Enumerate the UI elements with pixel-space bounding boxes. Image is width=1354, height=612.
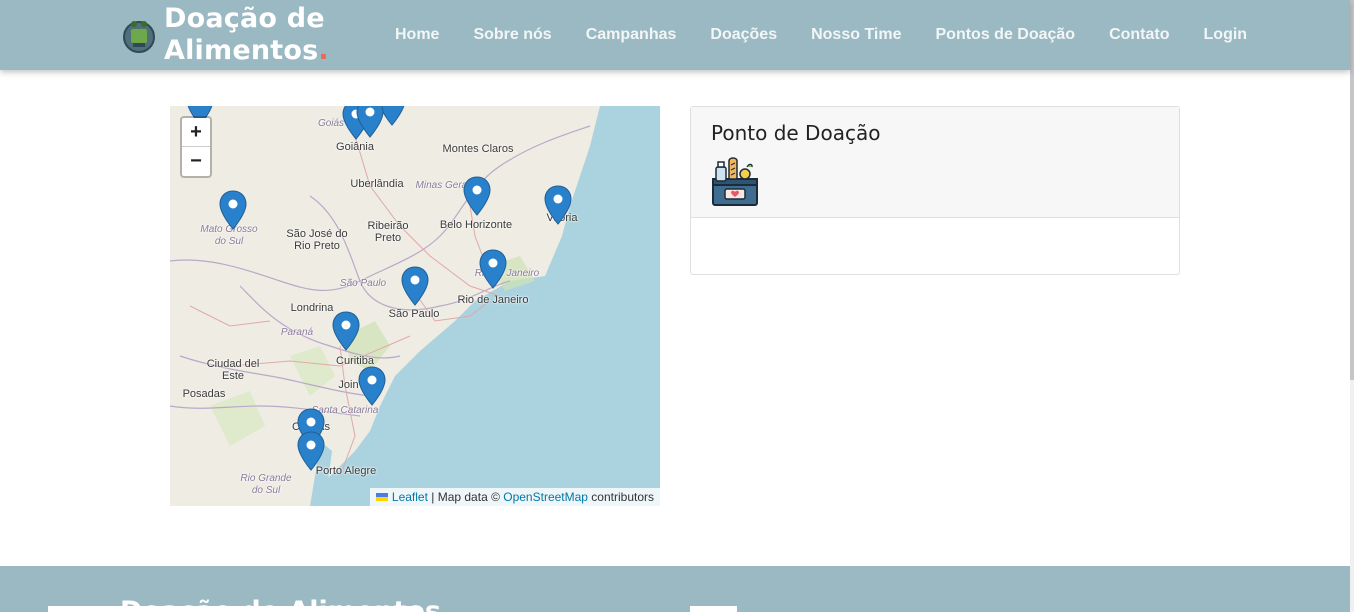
map-region-goias: Goiás: [317, 118, 345, 129]
footer-element: [690, 606, 737, 612]
brand[interactable]: Doação de Alimentos.: [122, 2, 329, 68]
map-label-sao-jose-do-rio-preto: São José do Rio Preto: [286, 228, 348, 252]
map-region-parana: Paraná: [280, 327, 314, 338]
footer-title: Doação de Alimentos: [120, 596, 441, 612]
map-label-uberlandia: Uberlândia: [350, 178, 404, 190]
nav-sobre-nos[interactable]: Sobre nós: [456, 26, 568, 44]
map-label-belo-horizonte: Belo Horizonte: [439, 219, 513, 231]
osm-link[interactable]: OpenStreetMap: [503, 490, 588, 504]
brand-line-1: Doação de: [164, 3, 325, 34]
nav-contato[interactable]: Contato: [1092, 26, 1186, 44]
map-label-ribeirao-preto: Ribeirão Preto: [367, 220, 409, 244]
card-title: Ponto de Doação: [711, 121, 881, 145]
nav-nosso-time[interactable]: Nosso Time: [794, 26, 918, 44]
footer: Doação de Alimentos: [0, 566, 1350, 612]
brand-title: Doação de Alimentos.: [164, 3, 329, 67]
attribution-separator: | Map data ©: [427, 490, 504, 504]
brand-dot: .: [318, 35, 329, 66]
zoom-in-button[interactable]: +: [182, 118, 210, 147]
leaflet-link[interactable]: Leaflet: [392, 490, 428, 504]
map-marker-pin-icon[interactable]: [332, 311, 360, 351]
nav-home[interactable]: Home: [378, 26, 456, 44]
map-label-rio-de-janeiro: Rio de Janeiro: [457, 294, 529, 306]
map-attribution: Leaflet | Map data © OpenStreetMap contr…: [369, 488, 660, 506]
nav-doacoes[interactable]: Doações: [693, 26, 794, 44]
map-marker-pin-icon[interactable]: [356, 106, 384, 138]
map-marker-pin-icon[interactable]: [479, 249, 507, 289]
zoom-out-button[interactable]: −: [182, 147, 210, 176]
map-marker-pin-icon[interactable]: [297, 431, 325, 471]
brand-line-2-text: Alimentos: [164, 35, 319, 66]
map-marker-pin-icon[interactable]: [358, 366, 386, 406]
map-marker-pin-icon[interactable]: [219, 190, 247, 230]
donation-points-map[interactable]: Goiânia Montes Claros Uberlândia Belo Ho…: [170, 106, 660, 506]
map-label-sao-paulo: São Paulo: [388, 308, 440, 320]
nav-pontos-de-doacao[interactable]: Pontos de Doação: [919, 26, 1093, 44]
map-label-montes-claros: Montes Claros: [442, 143, 514, 155]
nav-campanhas[interactable]: Campanhas: [569, 26, 694, 44]
map-label-londrina: Londrina: [290, 302, 334, 314]
donation-point-card: Ponto de Doação: [690, 106, 1180, 275]
map-zoom-control: + −: [180, 116, 212, 178]
map-region-rio-grande-do-sul: Rio Grande do Sul: [240, 473, 292, 496]
map-tiles[interactable]: [170, 106, 660, 506]
nav-login[interactable]: Login: [1187, 26, 1265, 44]
map-label-goiania: Goiânia: [336, 141, 374, 153]
map-label-posadas: Posadas: [182, 388, 226, 400]
map-marker-pin-icon[interactable]: [544, 185, 572, 225]
map-region-sao-paulo: São Paulo: [339, 278, 387, 289]
scrollbar-thumb[interactable]: [1350, 0, 1354, 380]
map-marker-pin-icon[interactable]: [463, 176, 491, 216]
ukraine-flag-icon: [375, 493, 388, 501]
map-label-ciudad-del-este: Ciudad del Este: [206, 358, 260, 382]
food-donation-box-icon: [712, 157, 758, 206]
map-marker-pin-icon[interactable]: [401, 266, 429, 306]
page-scrollbar[interactable]: [1350, 0, 1354, 612]
brand-line-2: Alimentos.: [164, 35, 329, 67]
brand-logo-icon: [123, 21, 155, 53]
navbar: Doação de Alimentos. Home Sobre nós Camp…: [0, 0, 1350, 70]
main-nav: Home Sobre nós Campanhas Doações Nosso T…: [378, 0, 1264, 70]
attribution-contributors: contributors: [587, 490, 654, 504]
card-header: Ponto de Doação: [691, 107, 1179, 218]
